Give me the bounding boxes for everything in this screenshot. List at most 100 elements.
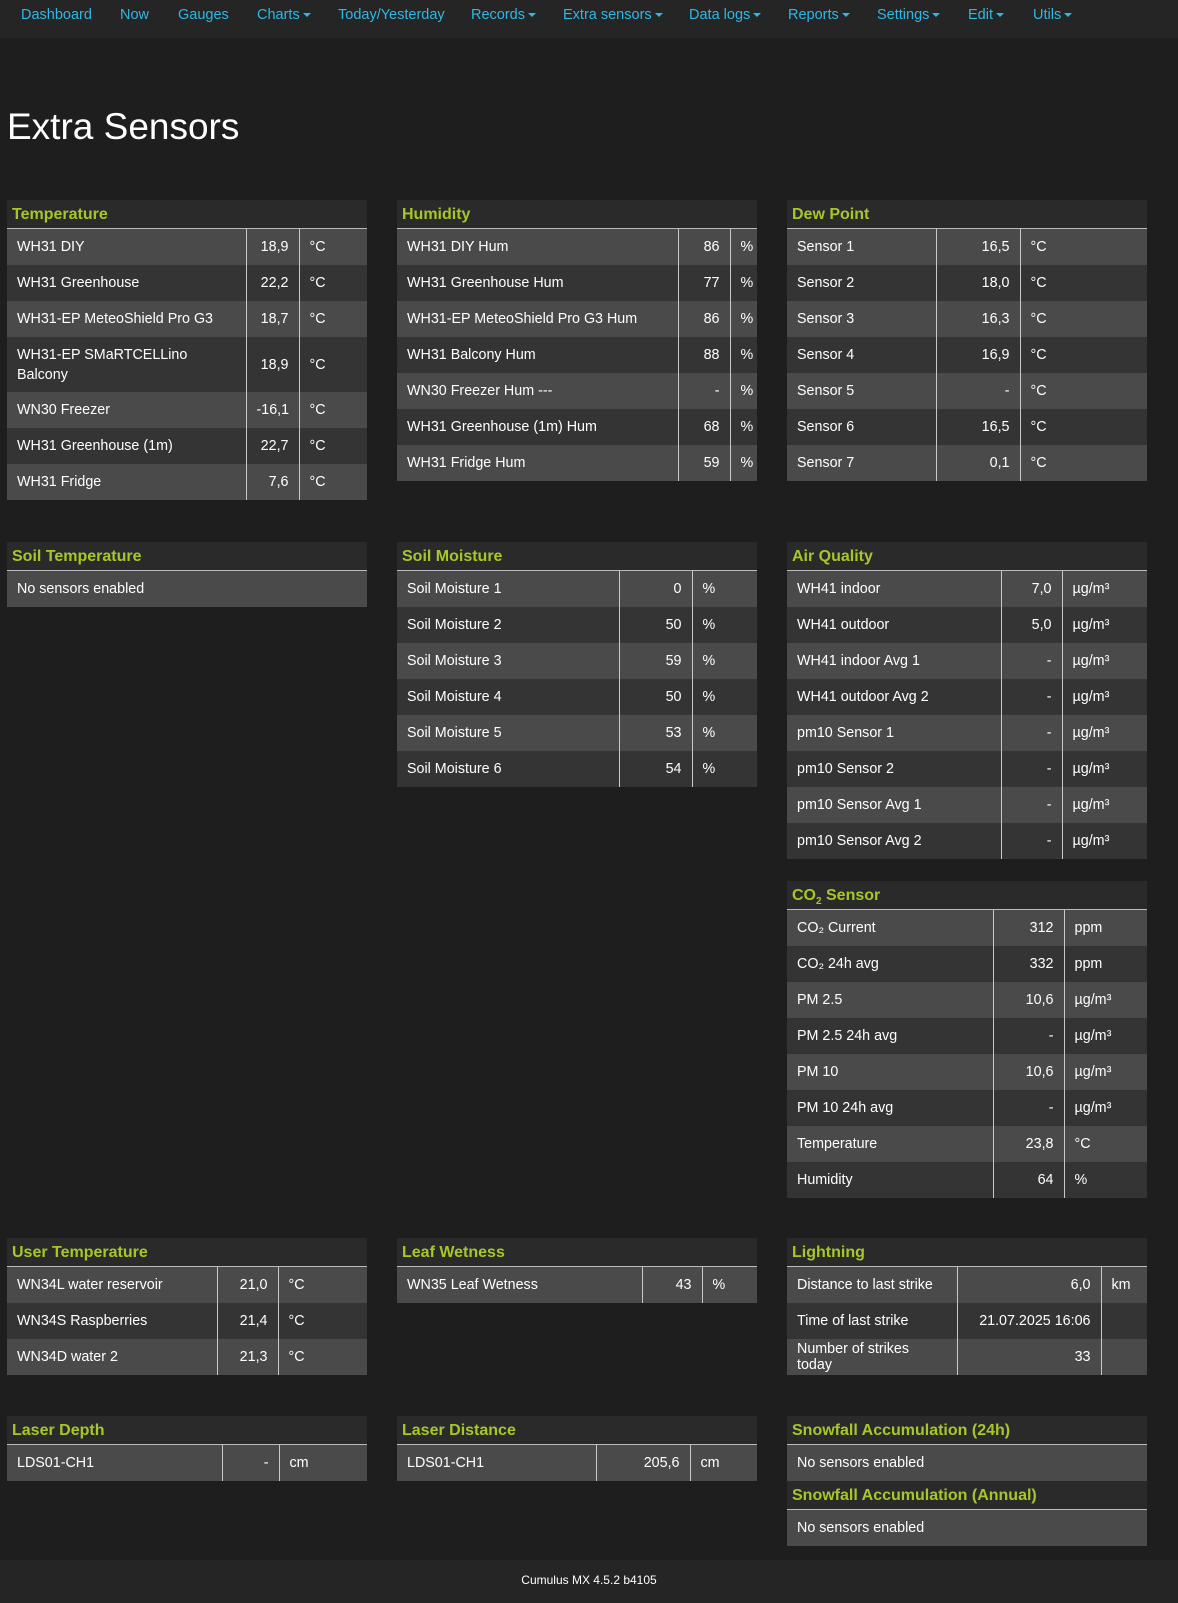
- table-row: WH31 Greenhouse Hum 77%: [397, 265, 757, 301]
- user-temperature-table: WN34L water reservoir 21,0 °C WN34S Raspber…: [7, 1267, 367, 1375]
- sensor-name-cell: Sensor 6: [787, 409, 936, 445]
- table-row: WH31 Greenhouse (1m) 22,7 °C: [7, 428, 367, 464]
- table-row: WH31-EP SMaRTCELLino Balcony 18,9 °C: [7, 337, 367, 392]
- table-row: pm10 Sensor Avg 2- µg/m³: [787, 823, 1147, 859]
- nav-reports-label: Reports: [788, 7, 839, 23]
- table-row: Soil Moisture 2 50%: [397, 607, 757, 643]
- panel-title: Laser Depth: [7, 1416, 367, 1445]
- panel-title: Snowfall Accumulation (Annual): [787, 1481, 1147, 1510]
- co2-sensor-panel: CO2 Sensor CO₂ Current 312 ppm CO₂ 24h avg 3…: [787, 881, 1147, 1198]
- soil-moisture-panel: Soil Moisture Soil Moisture 1 0% Soil Mois…: [397, 542, 757, 787]
- co2-title-suffix: Sensor: [821, 887, 881, 904]
- sensor-value-cell: -: [1000, 751, 1062, 787]
- table-row: WH31-EP MeteoShield Pro G3 18,7 °C: [7, 301, 367, 337]
- sensor-unit-cell: %: [691, 679, 757, 715]
- sensor-value-cell: -: [1000, 823, 1062, 859]
- temperature-panel: Temperature WH31 DIY 18,9 °C WH31 Greenhous…: [7, 200, 367, 500]
- sensor-value-cell: -: [992, 1018, 1064, 1054]
- sensor-value-cell: 312: [992, 910, 1064, 946]
- sensor-name-cell: PM 2.5 24h avg: [787, 1018, 993, 1054]
- chevron-down-icon: [996, 13, 1004, 17]
- sensor-unit-cell: °C: [1019, 409, 1147, 445]
- sensor-unit-cell: °C: [1063, 1126, 1147, 1162]
- table-row: LDS01-CH1- cm: [7, 1445, 367, 1481]
- sensor-unit-cell: %: [729, 409, 757, 445]
- nav-gauges[interactable]: Gauges: [178, 7, 229, 23]
- nav-reports[interactable]: Reports: [788, 7, 850, 23]
- table-row: Sensor 7 0,1 °C: [787, 445, 1147, 481]
- nav-edit-label: Edit: [968, 7, 993, 23]
- nav-settings[interactable]: Settings: [877, 7, 941, 23]
- sensor-value-cell: 18,7: [245, 301, 299, 337]
- nav-settings-label: Settings: [877, 7, 930, 23]
- table-row: WH31-EP MeteoShield Pro G3 Hum 86%: [397, 301, 757, 337]
- sensor-unit-cell: µg/m³: [1061, 823, 1147, 859]
- sensor-value-cell: 21,3: [216, 1339, 278, 1375]
- sensor-value-cell: 59: [677, 445, 730, 481]
- sensor-name-cell: Distance to last strike: [787, 1267, 957, 1303]
- sensor-unit-cell: µg/m³: [1061, 607, 1147, 643]
- nav-extra-sensors-label: Extra sensors: [563, 7, 652, 23]
- nav-today-yesterday[interactable]: Today/Yesterday: [338, 7, 445, 23]
- sensor-value-cell: 50: [618, 679, 692, 715]
- nav-records-label: Records: [471, 7, 525, 23]
- sensor-name-cell: WH41 indoor Avg 1: [787, 643, 1001, 679]
- sensor-value-cell: 332: [992, 946, 1064, 982]
- sensor-unit-cell: °C: [277, 1303, 367, 1339]
- sensor-name-cell: WH41 outdoor Avg 2: [787, 679, 1001, 715]
- panel-title: Laser Distance: [397, 1416, 757, 1445]
- sensor-unit-cell: °C: [1019, 229, 1147, 265]
- nav-utils[interactable]: Utils: [1033, 7, 1073, 23]
- sensor-value-cell: 10,6: [992, 982, 1064, 1018]
- sensor-unit-cell: %: [1063, 1162, 1147, 1198]
- nav-charts[interactable]: Charts: [257, 7, 311, 23]
- nav-now[interactable]: Now: [120, 7, 149, 23]
- table-row: WN34L water reservoir 21,0 °C: [7, 1267, 367, 1303]
- sensor-unit-cell: °C: [1019, 445, 1147, 481]
- humidity-table: WH31 DIY Hum 86% WH31 Greenhouse Hum 77% WH3…: [397, 229, 757, 481]
- sensor-value-cell: 23,8: [992, 1126, 1064, 1162]
- table-row: WN34D water 2 21,3 °C: [7, 1339, 367, 1375]
- sensor-value-cell: 43: [641, 1267, 702, 1303]
- sensor-value-cell: 16,9: [935, 337, 1020, 373]
- sensor-name-cell: pm10 Sensor 2: [787, 751, 1001, 787]
- sensor-unit-cell: cm: [278, 1445, 367, 1481]
- sensor-name-cell: LDS01-CH1: [7, 1445, 222, 1481]
- nav-data-logs[interactable]: Data logs: [689, 7, 762, 23]
- nav-edit[interactable]: Edit: [968, 7, 1004, 23]
- chevron-down-icon: [302, 13, 311, 17]
- table-row: Sensor 5- °C: [787, 373, 1147, 409]
- sensor-unit-cell: °C: [1019, 373, 1147, 409]
- sensor-value-cell: 22,2: [245, 265, 299, 301]
- panel-title: Leaf Wetness: [397, 1238, 757, 1267]
- sensor-value-cell: 22,7: [245, 428, 299, 464]
- nav-dashboard[interactable]: Dashboard: [21, 7, 92, 23]
- sensor-value-cell: 21,0: [216, 1267, 278, 1303]
- snowfall-panel: Snowfall Accumulation (24h) No sensors e…: [787, 1416, 1147, 1546]
- sensor-name-cell: Sensor 2: [787, 265, 936, 301]
- table-row: Sensor 4 16,9 °C: [787, 337, 1147, 373]
- sensor-name-cell: pm10 Sensor Avg 2: [787, 823, 1001, 859]
- panel-title: Soil Moisture: [397, 542, 757, 571]
- panel-title: CO2 Sensor: [787, 881, 1147, 910]
- table-row: WH31 Greenhouse (1m) Hum 68%: [397, 409, 757, 445]
- nav-records[interactable]: Records: [471, 7, 536, 23]
- table-row: Soil Moisture 4 50%: [397, 679, 757, 715]
- table-row: WN30 Freezer -16,1 °C: [7, 392, 367, 428]
- sensor-unit-cell: µg/m³: [1063, 1018, 1147, 1054]
- sensor-unit-cell: µg/m³: [1061, 787, 1147, 823]
- nav-extra-sensors[interactable]: Extra sensors: [563, 7, 663, 23]
- chevron-down-icon: [1064, 13, 1073, 17]
- sensor-unit-cell: °C: [298, 464, 367, 500]
- sensor-unit-cell: %: [691, 571, 757, 607]
- sensor-value-cell: 68: [677, 409, 730, 445]
- sensor-value-cell: 53: [618, 715, 692, 751]
- laser-depth-panel: Laser Depth LDS01-CH1- cm: [7, 1416, 367, 1481]
- sensor-unit-cell: µg/m³: [1063, 1090, 1147, 1126]
- sensor-name-cell: WN35 Leaf Wetness: [397, 1267, 642, 1303]
- sensor-unit-cell: %: [691, 643, 757, 679]
- sensor-unit-cell: °C: [1019, 337, 1147, 373]
- chevron-down-icon: [841, 13, 850, 17]
- sensor-name-cell: Sensor 4: [787, 337, 936, 373]
- sensor-value-cell: 16,5: [935, 409, 1020, 445]
